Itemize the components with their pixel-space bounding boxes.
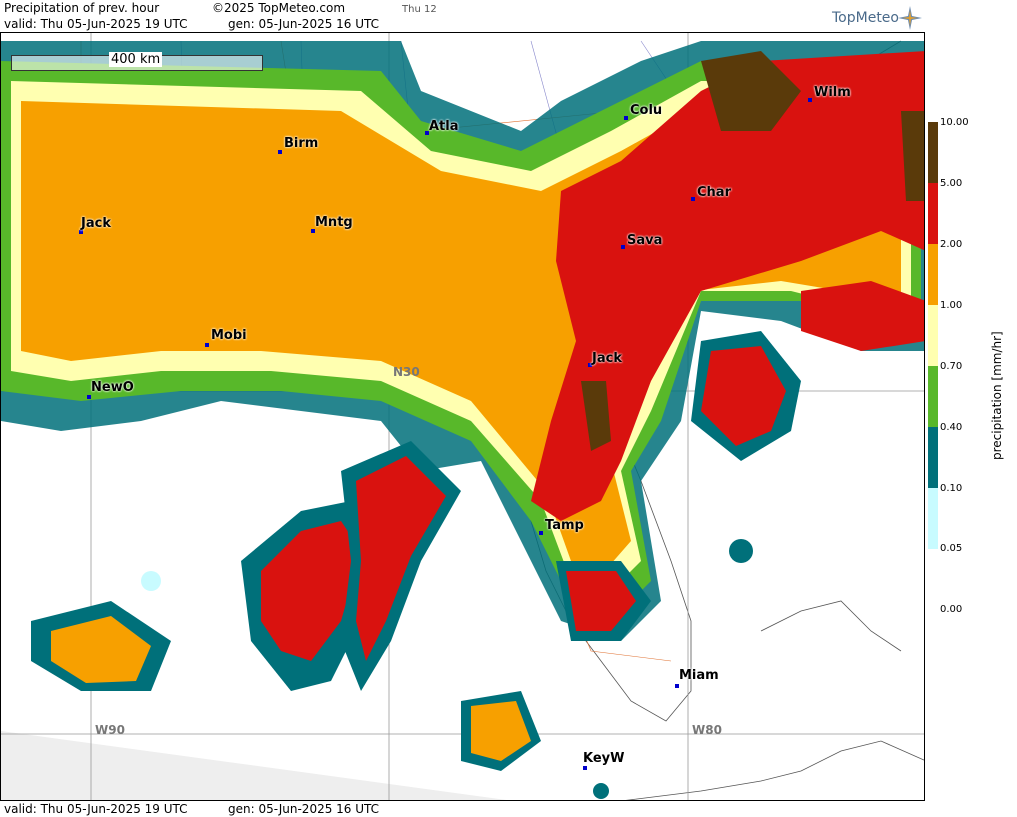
city-label-colu: Colu (630, 103, 663, 118)
city-marker (675, 684, 679, 688)
city-label-wilm: Wilm (814, 85, 851, 100)
colorbar-tick: 10.00 (940, 117, 969, 128)
colorbar-tick: 1.00 (940, 300, 963, 311)
city-marker (808, 98, 812, 102)
city-label-jack-fl: Jack (592, 351, 622, 366)
city-marker (583, 766, 587, 770)
map-title: Precipitation of prev. hour (4, 1, 160, 15)
gen-time: gen: 05-Jun-2025 16 UTC (228, 17, 380, 31)
city-label-jack-ms: Jack (81, 216, 111, 231)
colorbar-segment (928, 366, 938, 427)
grid-label-w90: W90 (95, 723, 125, 737)
city-marker (621, 245, 625, 249)
city-label-char: Char (697, 185, 731, 200)
day-label: Thu 12 (402, 4, 437, 15)
copyright: ©2025 TopMeteo.com (212, 1, 346, 15)
footer-valid-time: valid: Thu 05-Jun-2025 19 UTC (4, 802, 188, 816)
footer: valid: Thu 05-Jun-2025 19 UTC gen: 05-Ju… (0, 801, 926, 817)
colorbar-segment (928, 305, 938, 366)
colorbar-segment (928, 244, 938, 305)
city-marker (624, 116, 628, 120)
colorbar-tick: 0.70 (940, 361, 963, 372)
city-label-newo: NewO (91, 380, 134, 395)
colorbar-tick: 0.00 (940, 604, 963, 615)
grid-label-n30: N30 (393, 365, 420, 379)
city-label-birm: Birm (284, 136, 319, 151)
colorbar-segment (928, 122, 938, 183)
city-marker (87, 395, 91, 399)
precip-field (1, 41, 924, 799)
grid-label-w80: W80 (692, 723, 722, 737)
city-label-mobi: Mobi (211, 328, 247, 343)
scale-label: 400 km (109, 52, 163, 67)
map-layer (1, 33, 924, 800)
footer-gen-time: gen: 05-Jun-2025 16 UTC (228, 802, 380, 816)
city-label-mntg: Mntg (315, 215, 353, 230)
colorbar-segment (928, 427, 938, 488)
city-label-keyw: KeyW (583, 751, 625, 766)
valid-time: valid: Thu 05-Jun-2025 19 UTC (4, 17, 188, 31)
colorbar-tick: 2.00 (940, 239, 963, 250)
city-label-tamp: Tamp (545, 518, 584, 533)
colorbar-tick: 0.40 (940, 422, 963, 433)
header: Precipitation of prev. hour ©2025 TopMet… (0, 0, 926, 32)
colorbar-tick: 0.05 (940, 543, 963, 554)
colorbar-segment (928, 183, 938, 244)
city-marker (278, 150, 282, 154)
city-marker (691, 197, 695, 201)
city-marker (205, 343, 209, 347)
colorbar-segment (928, 488, 938, 549)
city-marker (539, 531, 543, 535)
city-label-miam: Miam (679, 668, 719, 683)
colorbar-unit-label: precipitation [mm/hr] (990, 331, 1004, 460)
topmeteo-logo: TopMeteo (832, 10, 899, 26)
city-label-sava: Sava (627, 233, 663, 248)
colorbar-tick: 0.10 (940, 483, 963, 494)
precipitation-map[interactable]: 400 km N30 W90 W80 Birm Atla Colu Wilm C… (0, 32, 925, 801)
logo-star-icon (898, 6, 922, 30)
city-label-atla: Atla (429, 119, 459, 134)
colorbar-tick: 5.00 (940, 178, 963, 189)
